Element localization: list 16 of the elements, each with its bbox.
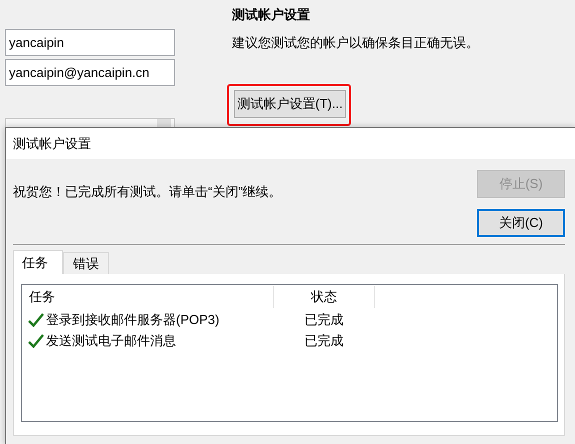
section-title: 测试帐户设置: [232, 6, 310, 24]
tab[interactable]: 错误: [63, 252, 109, 274]
task-name: 登录到接收邮件服务器(POP3): [46, 310, 220, 328]
text-field[interactable]: yancaipin: [5, 29, 175, 56]
test-account-button[interactable]: 测试帐户设置(T)...: [234, 90, 346, 118]
tab[interactable]: 任务: [13, 250, 63, 274]
status-message: 祝贺您！已完成所有测试。请单击“关闭”继续。: [13, 183, 282, 201]
dialog-button[interactable]: 关闭(C): [477, 209, 565, 237]
text-field[interactable]: yancaipin@yancaipin.cn: [5, 59, 175, 86]
task-name: 发送测试电子邮件消息: [46, 332, 176, 350]
task-status: 已完成: [304, 310, 344, 328]
dialog-title: 测试帐户设置: [13, 134, 91, 152]
column-header[interactable]: 状态: [274, 286, 375, 308]
column-header[interactable]: 任务: [22, 286, 274, 308]
section-description: 建议您测试您的帐户以确保条目正确无误。: [232, 34, 479, 52]
task-status: 已完成: [304, 332, 344, 350]
